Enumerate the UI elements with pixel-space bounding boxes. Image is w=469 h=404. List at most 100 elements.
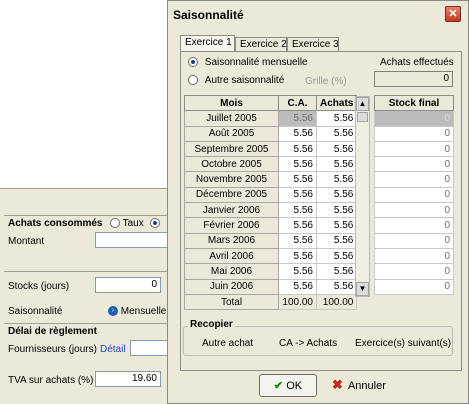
- achats-cell[interactable]: 5.56: [315, 110, 358, 127]
- table-row: Septembre 2005 5.56 5.56: [184, 140, 358, 158]
- taux-radio-group[interactable]: Taux: [110, 218, 160, 229]
- total-ca: 100.00: [278, 293, 317, 311]
- montant-radio[interactable]: [149, 218, 160, 229]
- close-icon: ✕: [448, 8, 458, 20]
- ca-cell[interactable]: 5.56: [278, 110, 317, 127]
- stock-final-cell: 0: [374, 125, 454, 142]
- stock-final-header: Stock final: [374, 94, 454, 112]
- ca-cell[interactable]: 5.56: [278, 278, 317, 295]
- table-row: 0: [374, 171, 454, 188]
- table-row: 0: [374, 247, 454, 265]
- ca-cell[interactable]: 5.56: [278, 232, 317, 249]
- saisonnalite-label: Saisonnalité: [8, 306, 63, 317]
- recopier-label: Recopier: [188, 319, 235, 330]
- achats-header: Achats: [315, 94, 358, 112]
- dialog-title: Saisonnalité: [168, 1, 468, 25]
- autre-saisonnalite-radio[interactable]: [188, 75, 198, 86]
- exercices-suivants-link[interactable]: Exercice(s) suivant(s): [355, 338, 451, 349]
- achats-cell[interactable]: 5.56: [315, 186, 358, 204]
- month-cell: Janvier 2006: [184, 202, 279, 219]
- grille-label: Grille (%): [305, 76, 347, 87]
- ca-cell[interactable]: 5.56: [278, 217, 317, 234]
- month-cell: Février 2006: [184, 217, 279, 234]
- table-row: 0: [374, 202, 454, 219]
- table-row: Octobre 2005 5.56 5.56: [184, 156, 358, 173]
- table-row: Août 2005 5.56 5.56: [184, 125, 358, 142]
- table-row: Janvier 2006 5.56 5.56: [184, 202, 358, 219]
- tab-exercice-2[interactable]: Exercice 2: [235, 37, 287, 52]
- detail-link[interactable]: Détail: [100, 344, 126, 355]
- table-row: 0: [374, 263, 454, 280]
- ca-cell[interactable]: 5.56: [278, 202, 317, 219]
- tva-field[interactable]: 19.60: [95, 371, 161, 387]
- fournisseurs-label: Fournisseurs (jours): [8, 344, 97, 355]
- table-row: Novembre 2005 5.56 5.56: [184, 171, 358, 188]
- month-cell: Mai 2006: [184, 263, 279, 280]
- taux-label: Taux: [122, 218, 144, 229]
- autre-achat-link[interactable]: Autre achat: [202, 338, 253, 349]
- saisonnalite-mensuelle-option[interactable]: Saisonnalité mensuelle: [188, 57, 308, 68]
- achats-cell[interactable]: 5.56: [315, 263, 358, 280]
- table-row: Avril 2006 5.56 5.56: [184, 247, 358, 265]
- table-row: 0: [374, 232, 454, 249]
- ok-button[interactable]: ✔ OK: [259, 374, 317, 397]
- ca-cell[interactable]: 5.56: [278, 156, 317, 173]
- annuler-label: Annuler: [347, 380, 386, 392]
- ca-cell[interactable]: 5.56: [278, 263, 317, 280]
- achats-cell[interactable]: 5.56: [315, 156, 358, 173]
- section-divider: [4, 323, 180, 324]
- table-row: 0: [374, 156, 454, 173]
- month-cell: Décembre 2005: [184, 186, 279, 204]
- close-button[interactable]: ✕: [445, 6, 461, 22]
- ca-cell[interactable]: 5.56: [278, 140, 317, 158]
- achats-cell[interactable]: 5.56: [315, 125, 358, 142]
- achats-effectues-field: 0: [374, 71, 453, 87]
- section-divider: [4, 215, 180, 216]
- achats-cell[interactable]: 5.56: [315, 247, 358, 265]
- tva-label: TVA sur achats (%): [8, 375, 94, 386]
- stock-final-cell: 0: [374, 140, 454, 158]
- taux-radio[interactable]: [110, 218, 120, 229]
- annuler-button[interactable]: ✖ Annuler: [332, 377, 386, 393]
- table-row: Décembre 2005 5.56 5.56: [184, 186, 358, 204]
- delai-reglement-label: Délai de règlement: [8, 326, 97, 337]
- ca-cell[interactable]: 5.56: [278, 247, 317, 265]
- scroll-up-icon[interactable]: ▲: [356, 97, 369, 111]
- stock-final-cell: 0: [374, 202, 454, 219]
- month-cell: Juillet 2005: [184, 110, 279, 127]
- mensuelle-button[interactable]: › Mensuelle: [108, 306, 166, 317]
- month-cell: Juin 2006: [184, 278, 279, 295]
- autre-saisonnalite-option[interactable]: Autre saisonnalité: [188, 75, 284, 86]
- tab-exercice-1[interactable]: Exercice 1: [180, 35, 235, 52]
- month-cell: Août 2005: [184, 125, 279, 142]
- scroll-thumb[interactable]: [357, 112, 368, 122]
- stock-final-cell: 0: [374, 110, 454, 127]
- achats-cell[interactable]: 5.56: [315, 278, 358, 295]
- month-cell: Octobre 2005: [184, 156, 279, 173]
- table-row: Février 2006 5.56 5.56: [184, 217, 358, 234]
- mensuelle-label: Mensuelle: [120, 306, 167, 317]
- achats-cell[interactable]: 5.56: [315, 171, 358, 188]
- scroll-down-icon[interactable]: ▼: [356, 282, 369, 296]
- table-row: Juillet 2005 5.56 5.56: [184, 110, 358, 127]
- tab-exercice-3[interactable]: Exercice 3: [287, 37, 339, 52]
- achats-effectues-label: Achats effectués: [380, 57, 454, 68]
- ca-achats-link[interactable]: CA -> Achats: [279, 338, 337, 349]
- checkmark-icon: ✔: [273, 380, 284, 392]
- achats-cell[interactable]: 5.56: [315, 217, 358, 234]
- ok-label: OK: [286, 380, 303, 392]
- month-cell: Avril 2006: [184, 247, 279, 265]
- section-divider: [4, 271, 180, 272]
- grid-scrollbar[interactable]: ▲ ▼: [355, 96, 370, 297]
- saisonnalite-grid: Mois C.A. Achats Juillet 2005 5.56 5.56 Aoû…: [184, 94, 358, 311]
- ca-cell[interactable]: 5.56: [278, 125, 317, 142]
- stocks-field[interactable]: 0: [95, 277, 161, 293]
- achats-cell[interactable]: 5.56: [315, 202, 358, 219]
- saisonnalite-mensuelle-radio[interactable]: [188, 57, 198, 68]
- ca-cell[interactable]: 5.56: [278, 171, 317, 188]
- ca-cell[interactable]: 5.56: [278, 186, 317, 204]
- achats-cell[interactable]: 5.56: [315, 232, 358, 249]
- table-row: 0: [374, 278, 454, 295]
- achats-cell[interactable]: 5.56: [315, 140, 358, 158]
- table-row: 0: [374, 217, 454, 234]
